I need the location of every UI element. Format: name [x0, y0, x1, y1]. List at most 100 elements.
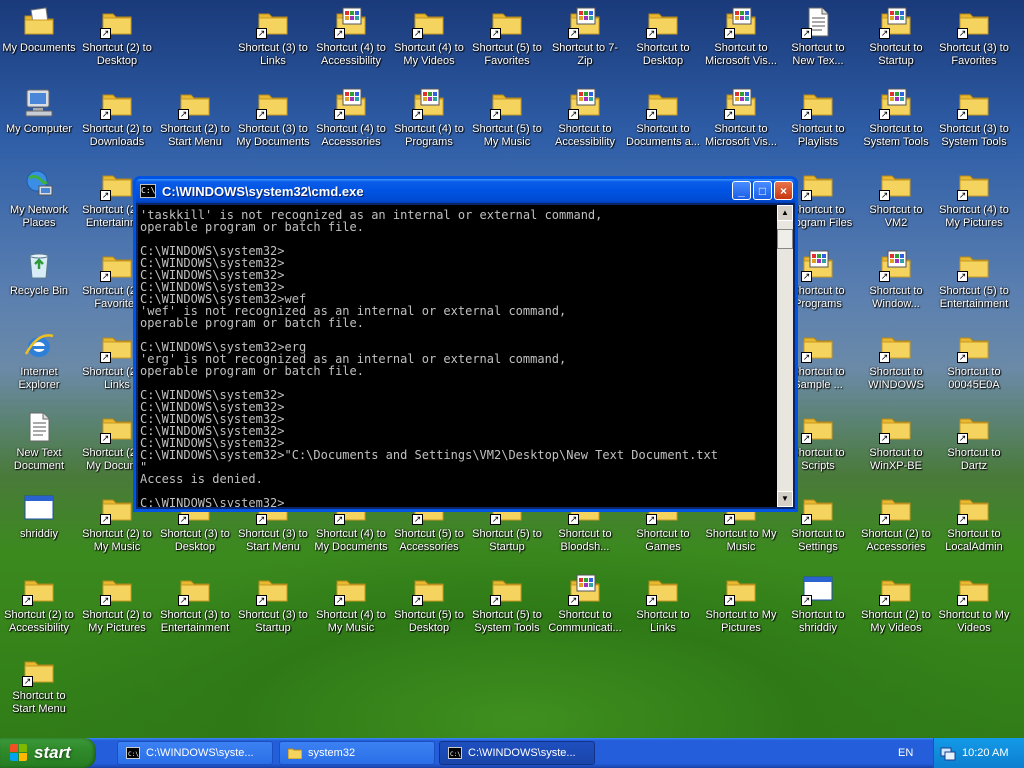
desktop-icon-label: Shortcut (3) to My Documents — [236, 123, 310, 148]
shortcut-arrow-icon: ↗ — [879, 433, 890, 444]
desktop-icon[interactable]: Internet Explorer — [0, 326, 78, 407]
desktop-icon[interactable]: ↗ Shortcut to WinXP-BE — [857, 407, 935, 488]
folder-icon: ↗ — [490, 6, 523, 39]
desktop-icon-label: Shortcut (4) to Programs — [394, 123, 464, 148]
desktop-icon[interactable]: ↗ Shortcut to Documents a... — [624, 83, 702, 164]
console-line: operable program or batch file. — [140, 220, 364, 234]
desktop-icon[interactable]: ↗ Shortcut (2) to Accessibility — [0, 569, 78, 650]
desktop-icon[interactable]: ↗ Shortcut (2) to Desktop — [78, 2, 156, 83]
desktop-icon[interactable]: ↗ Shortcut (4) to Accessibility — [312, 2, 390, 83]
desktop-icon-label: Shortcut to Desktop — [636, 42, 690, 67]
desktop-icon[interactable]: ↗ Shortcut (5) to Favorites — [468, 2, 546, 83]
maximize-button[interactable]: □ — [753, 181, 772, 200]
shortcut-arrow-icon: ↗ — [724, 595, 735, 606]
folder-icon: ↗ — [957, 6, 990, 39]
scroll-down-button[interactable]: ▼ — [777, 491, 793, 507]
minimize-button[interactable]: _ — [732, 181, 751, 200]
desktop-icon[interactable]: ↗ Shortcut (4) to My Videos — [390, 2, 468, 83]
desktop-icon-label: Shortcut to Microsoft Vis... — [705, 123, 777, 148]
desktop-icon[interactable]: ↗ Shortcut (4) to Accessories — [312, 83, 390, 164]
desktop-icon[interactable]: ↗ Shortcut to Accessibility — [546, 83, 624, 164]
desktop-icon[interactable]: ↗ Shortcut (3) to System Tools — [935, 83, 1013, 164]
window-app-icon: ↗ — [801, 573, 834, 606]
shortcut-arrow-icon: ↗ — [646, 595, 657, 606]
desktop-icon[interactable]: ↗ Shortcut (4) to My Music — [312, 569, 390, 650]
taskbar-button[interactable]: system32 — [279, 741, 435, 765]
shortcut-arrow-icon: ↗ — [22, 595, 33, 606]
desktop-icon[interactable]: ↗ Shortcut (2) to Start Menu — [156, 83, 234, 164]
desktop-icon[interactable]: ↗ Shortcut (2) to Downloads — [78, 83, 156, 164]
scroll-up-button[interactable]: ▲ — [777, 205, 793, 221]
desktop-icon[interactable]: ↗ Shortcut to shriddiy — [779, 569, 857, 650]
desktop-icon-label: Shortcut (2) to Accessories — [861, 528, 931, 553]
desktop-icon[interactable]: ↗ Shortcut (4) to Programs — [390, 83, 468, 164]
shortcut-arrow-icon: ↗ — [100, 514, 111, 525]
desktop-icon[interactable]: ↗ Shortcut to 7-Zip — [546, 2, 624, 83]
desktop-icon[interactable]: ↗ Shortcut to New Tex... — [779, 2, 857, 83]
desktop-icon[interactable]: ↗ Shortcut to Window... — [857, 245, 935, 326]
desktop-icon[interactable]: ↗ Shortcut (3) to Links — [234, 2, 312, 83]
desktop-icon[interactable]: ↗ Shortcut to Microsoft Vis... — [702, 83, 780, 164]
desktop-icon[interactable]: ↗ Shortcut (4) to My Pictures — [935, 164, 1013, 245]
desktop-icon[interactable]: ↗ Shortcut to Microsoft Vis... — [702, 2, 780, 83]
desktop-icon[interactable]: ↗ Shortcut (3) to Entertainment — [156, 569, 234, 650]
start-button[interactable]: start — [0, 738, 96, 768]
desktop-icon[interactable]: ↗ Shortcut (2) to My Pictures — [78, 569, 156, 650]
folder-icon: ↗ — [801, 411, 834, 444]
desktop-icon[interactable]: ↗ Shortcut (5) to My Music — [468, 83, 546, 164]
taskbar-button[interactable]: C:\ C:\WINDOWS\syste... — [439, 741, 595, 765]
shortcut-arrow-icon: ↗ — [646, 28, 657, 39]
desktop-icon-label: Shortcut to Dartz — [947, 447, 1001, 472]
desktop-icon[interactable]: ↗ Shortcut (2) to Accessories — [857, 488, 935, 569]
taskbar-button[interactable]: C:\ C:\WINDOWS\syste... — [117, 741, 273, 765]
desktop-icon[interactable]: ↗ Shortcut to Dartz — [935, 407, 1013, 488]
desktop-icon[interactable]: ↗ Shortcut (5) to Entertainment — [935, 245, 1013, 326]
desktop-icon[interactable]: ↗ Shortcut to System Tools — [857, 83, 935, 164]
desktop-icon[interactable]: My Documents — [0, 2, 78, 83]
desktop-icon[interactable]: ↗ Shortcut (3) to Startup — [234, 569, 312, 650]
desktop-icon[interactable]: ↗ Shortcut (5) to Desktop — [390, 569, 468, 650]
folder-icon: ↗ — [801, 330, 834, 363]
desktop-icon[interactable]: ↗ Shortcut to Startup — [857, 2, 935, 83]
language-indicator[interactable]: EN — [898, 738, 913, 768]
desktop-icon[interactable]: Recycle Bin — [0, 245, 78, 326]
desktop-icon[interactable]: ↗ Shortcut (3) to Favorites — [935, 2, 1013, 83]
scroll-thumb[interactable] — [777, 229, 793, 249]
vertical-scrollbar[interactable]: ▲ ▼ — [777, 205, 793, 507]
desktop-icon[interactable]: ↗ Shortcut to Communicati... — [546, 569, 624, 650]
desktop-icon[interactable]: ↗ Shortcut to Desktop — [624, 2, 702, 83]
desktop-icon-label: Shortcut to Settings — [791, 528, 845, 553]
console-output[interactable]: 'taskkill' is not recognized as an inter… — [138, 205, 777, 507]
close-button[interactable]: × — [774, 181, 793, 200]
desktop-icon[interactable]: ↗ Shortcut to Links — [624, 569, 702, 650]
desktop-icon[interactable]: ↗ Shortcut to Start Menu — [0, 650, 78, 731]
desktop-icon[interactable]: New Text Document — [0, 407, 78, 488]
desktop-icon[interactable]: ↗ Shortcut (3) to My Documents — [234, 83, 312, 164]
desktop-icon[interactable]: ↗ Shortcut to VM2 — [857, 164, 935, 245]
cmd-window[interactable]: C:\ C:\WINDOWS\system32\cmd.exe _ □ × 't… — [133, 176, 798, 512]
shortcut-arrow-icon: ↗ — [879, 28, 890, 39]
cmd-icon: C:\ — [448, 747, 462, 759]
desktop-icon-label: Shortcut (3) to Favorites — [939, 42, 1009, 67]
shortcut-arrow-icon: ↗ — [957, 514, 968, 525]
desktop-icon[interactable]: ↗ Shortcut to Playlists — [779, 83, 857, 164]
desktop-icon[interactable]: ↗ Shortcut to My Pictures — [702, 569, 780, 650]
desktop-icon[interactable]: My Computer — [0, 83, 78, 164]
clock[interactable]: 10:20 AM — [962, 747, 1008, 759]
desktop-icon[interactable]: ↗ Shortcut to LocalAdmin — [935, 488, 1013, 569]
desktop-icon[interactable]: ↗ Shortcut to 00045E0A — [935, 326, 1013, 407]
desktop-icon[interactable]: ↗ Shortcut (5) to System Tools — [468, 569, 546, 650]
svg-text:C:\: C:\ — [128, 751, 139, 758]
desktop-icon-label: Shortcut to Links — [636, 609, 690, 634]
desktop-icon[interactable]: ↗ Shortcut (2) to My Videos — [857, 569, 935, 650]
desktop-icon[interactable]: ↗ Shortcut to My Videos — [935, 569, 1013, 650]
cmd-titlebar[interactable]: C:\ C:\WINDOWS\system32\cmd.exe _ □ × — [136, 179, 795, 203]
folder-icon: ↗ — [100, 573, 133, 606]
desktop-icon-label: Shortcut (2) to My Music — [82, 528, 152, 553]
network-tray-icon[interactable] — [940, 745, 956, 761]
desktop-icon[interactable]: ↗ Shortcut to WINDOWS — [857, 326, 935, 407]
desktop-icon[interactable]: shriddiy — [0, 488, 78, 569]
desktop-icon-label: Shortcut (4) to My Music — [316, 609, 386, 634]
desktop-icon[interactable]: My Network Places — [0, 164, 78, 245]
shortcut-arrow-icon: ↗ — [879, 352, 890, 363]
